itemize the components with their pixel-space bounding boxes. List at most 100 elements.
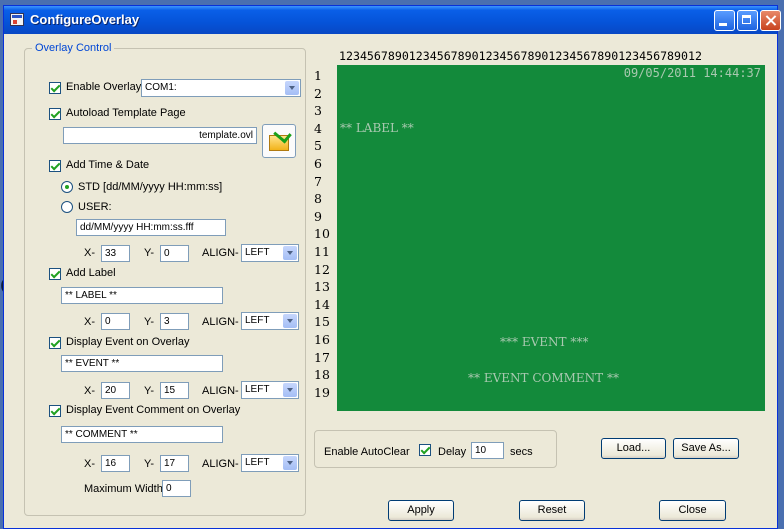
line-numbers: 1 2 3 4 5 6 7 8 9 10 11 12 13 14 15 16 17 18 19 [314,68,334,402]
enable-overlay-checkbox[interactable] [49,82,61,94]
max-width-label: Maximum Width- [84,483,167,495]
minimize-icon[interactable] [714,10,735,31]
preview-event: *** EVENT *** [500,335,589,349]
time-x-input[interactable]: 33 [101,245,130,262]
add-time-date-checkbox[interactable] [49,160,61,172]
line-number: 17 [314,349,330,365]
line-number: 18 [314,367,330,383]
comment-y-label: Y- [144,458,154,470]
label-x-input[interactable]: 0 [101,313,130,330]
time-align-value: LEFT [245,247,270,258]
com-port-select[interactable]: COM1: [141,79,301,97]
close-icon[interactable] [760,10,781,31]
template-file-input[interactable]: template.ovl [63,127,257,144]
preview-datetime: 09/05/2011 14:44:37 [623,66,761,80]
overlay-control-title: Overlay Control [32,42,115,54]
add-label-label: Add Label [66,267,116,279]
time-y-input[interactable]: 0 [160,245,189,262]
preview-label: ** LABEL ** [340,121,414,135]
label-align-value: LEFT [245,315,270,326]
autoclear-label: Enable AutoClear [324,446,410,458]
time-align-select[interactable]: LEFT [241,244,299,262]
chevron-down-icon[interactable] [285,81,299,95]
line-number: 2 [314,85,322,101]
user-format-label: USER: [78,201,112,213]
event-y-label: Y- [144,385,154,397]
time-x-label: X- [84,247,95,259]
line-number: 14 [314,296,330,312]
line-number: 3 [314,103,322,119]
max-width-input[interactable]: 0 [162,480,191,497]
label-y-label: Y- [144,316,154,328]
label-align-select[interactable]: LEFT [241,312,299,330]
line-number: 10 [314,226,330,242]
line-number: 13 [314,279,330,295]
save-as-button[interactable]: Save As... [673,438,739,459]
chevron-down-icon[interactable] [283,246,297,260]
display-comment-label: Display Event Comment on Overlay [66,404,241,416]
line-number: 4 [314,120,322,136]
line-number: 12 [314,261,330,277]
comment-align-value: LEFT [245,457,270,468]
preview-comment: ** EVENT COMMENT ** [468,371,619,385]
delay-input[interactable]: 10 [471,442,504,459]
add-label-checkbox[interactable] [49,268,61,280]
label-y-input[interactable]: 3 [160,313,189,330]
autoload-template-label: Autoload Template Page [66,107,186,119]
user-format-input[interactable]: dd/MM/yyyy HH:mm:ss.fff [76,219,226,236]
comment-x-input[interactable]: 16 [101,455,130,472]
chevron-down-icon[interactable] [283,383,297,397]
maximize-icon[interactable] [737,10,758,31]
line-number: 8 [314,191,322,207]
label-text-input[interactable]: ** LABEL ** [61,287,223,304]
line-number: 15 [314,314,330,330]
com-port-value: COM1: [145,82,177,93]
app-icon [10,13,24,26]
delay-unit-label: secs [510,446,533,458]
reset-button[interactable]: Reset [519,500,585,521]
enable-overlay-label: Enable Overlay [66,81,142,93]
title-bar[interactable]: ConfigureOverlay [4,6,781,34]
autoclear-checkbox[interactable] [419,444,431,456]
display-event-checkbox[interactable] [49,337,61,349]
std-format-radio[interactable] [61,181,73,193]
event-x-label: X- [84,385,95,397]
comment-align-select[interactable]: LEFT [241,454,299,472]
line-number: 9 [314,208,322,224]
user-format-radio[interactable] [61,201,73,213]
comment-y-input[interactable]: 17 [160,455,189,472]
delay-label: Delay [438,446,467,458]
apply-button[interactable]: Apply [388,500,454,521]
line-number: 6 [314,155,322,171]
open-folder-button[interactable] [262,124,296,158]
display-comment-checkbox[interactable] [49,405,61,417]
overlay-preview-screen: 09/05/2011 14:44:37 ** LABEL ** *** EVEN… [337,65,765,411]
add-time-date-label: Add Time & Date [66,159,150,171]
comment-align-label: ALIGN- [202,458,239,470]
line-number: 1 [314,68,322,83]
event-align-value: LEFT [245,384,270,395]
line-number: 5 [314,138,322,154]
event-y-input[interactable]: 15 [160,382,189,399]
line-number: 7 [314,173,322,189]
line-number: 11 [314,243,330,259]
autoload-template-checkbox[interactable] [49,108,61,120]
event-align-select[interactable]: LEFT [241,381,299,399]
line-number: 16 [314,331,330,347]
time-align-label: ALIGN- [202,247,239,259]
close-button[interactable]: Close [659,500,726,521]
chevron-down-icon[interactable] [283,456,297,470]
time-y-label: Y- [144,247,154,259]
column-ruler: 1234567890123456789012345678901234567890… [339,49,702,63]
chevron-down-icon[interactable] [283,314,297,328]
std-format-label: STD [dd/MM/yyyy HH:mm:ss] [78,181,223,193]
window-title: ConfigureOverlay [30,12,140,27]
comment-x-label: X- [84,458,95,470]
load-button[interactable]: Load... [601,438,666,459]
label-align-label: ALIGN- [202,316,239,328]
comment-text-input[interactable]: ** COMMENT ** [61,426,223,443]
event-x-input[interactable]: 20 [101,382,130,399]
event-align-label: ALIGN- [202,385,239,397]
event-text-input[interactable]: ** EVENT ** [61,355,223,372]
label-x-label: X- [84,316,95,328]
